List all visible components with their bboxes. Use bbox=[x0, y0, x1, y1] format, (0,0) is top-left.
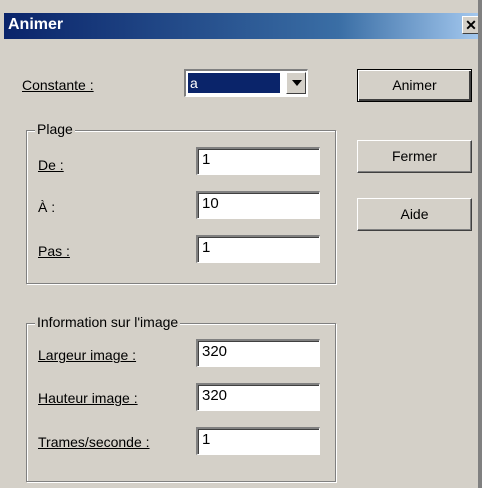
constante-selected-value: a bbox=[188, 73, 280, 93]
largeur-field[interactable]: 320 bbox=[196, 339, 320, 367]
largeur-label: Largeur image : bbox=[38, 347, 137, 363]
close-icon: ✕ bbox=[465, 17, 477, 33]
window-title: Animer bbox=[8, 16, 64, 33]
constante-label: Constante : bbox=[22, 77, 94, 93]
animer-dialog: Animer ✕ Constante : a Animer Fermer Aid… bbox=[0, 0, 482, 488]
hauteur-label: Hauteur image : bbox=[38, 390, 138, 406]
constante-select[interactable]: a bbox=[184, 69, 308, 97]
pas-field[interactable]: 1 bbox=[196, 235, 320, 263]
aide-button[interactable]: Aide bbox=[357, 198, 472, 231]
title-bar[interactable]: Animer ✕ bbox=[4, 13, 482, 39]
a-field[interactable]: 10 bbox=[196, 191, 320, 219]
pas-label: Pas : bbox=[38, 243, 70, 259]
trames-field[interactable]: 1 bbox=[196, 427, 320, 455]
dialog-body: Constante : a Animer Fermer Aide Plage D… bbox=[4, 39, 482, 488]
de-field[interactable]: 1 bbox=[196, 147, 320, 175]
info-group-title: Information sur l'image bbox=[35, 314, 181, 330]
trames-label: Trames/seconde : bbox=[38, 434, 150, 450]
chevron-down-icon[interactable] bbox=[286, 72, 306, 94]
animer-button[interactable]: Animer bbox=[357, 69, 472, 102]
constante-label-text: Constante : bbox=[22, 77, 94, 93]
fermer-button[interactable]: Fermer bbox=[357, 140, 472, 173]
de-label: De : bbox=[38, 157, 64, 173]
hauteur-field[interactable]: 320 bbox=[196, 383, 320, 411]
plage-group-title: Plage bbox=[35, 121, 75, 137]
window-right-edge bbox=[478, 0, 482, 488]
a-label: À : bbox=[38, 199, 56, 215]
